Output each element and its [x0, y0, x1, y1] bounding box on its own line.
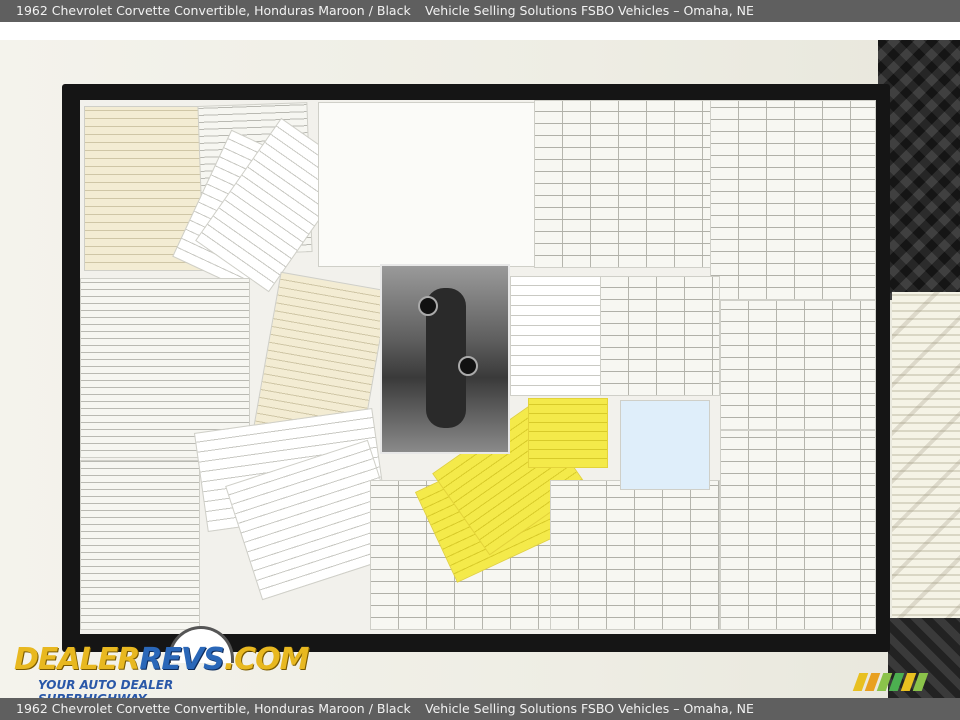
footer-dealer: Vehicle Selling Solutions FSBO Vehicles … [425, 701, 754, 716]
logo-dealer: DEALER [14, 642, 140, 677]
stripes-logo [852, 673, 932, 691]
logo-dotcom: .COM [223, 642, 310, 677]
footer-title: 1962 Chevrolet Corvette Convertible, Hon… [16, 701, 411, 716]
header-bar: 1962 Chevrolet Corvette Convertible, Hon… [0, 0, 960, 22]
document [318, 102, 538, 267]
wall-tile-stack [892, 292, 960, 622]
document [620, 400, 710, 490]
document [534, 100, 714, 268]
document [600, 276, 720, 396]
wheel-icon [418, 296, 438, 316]
logo-revs: REVS [139, 642, 224, 677]
vintage-car-photo [380, 264, 510, 454]
footer-bar: 1962 Chevrolet Corvette Convertible, Hon… [0, 698, 960, 720]
receipt [528, 398, 608, 468]
document [80, 460, 200, 630]
acoustic-foam-top [878, 40, 960, 300]
wheel-icon [458, 356, 478, 376]
dealerrevs-watermark: DEALERREVS.COM YOUR AUTO DEALER SUPERHIG… [12, 626, 310, 706]
watermark-logo: DEALERREVS.COM [14, 642, 310, 677]
document [720, 300, 876, 430]
photo-top-border [0, 22, 960, 40]
header-dealer: Vehicle Selling Solutions FSBO Vehicles … [425, 3, 754, 18]
document [550, 480, 720, 630]
document [720, 430, 876, 630]
document [710, 100, 876, 300]
header-title: 1962 Chevrolet Corvette Convertible, Hon… [16, 3, 411, 18]
